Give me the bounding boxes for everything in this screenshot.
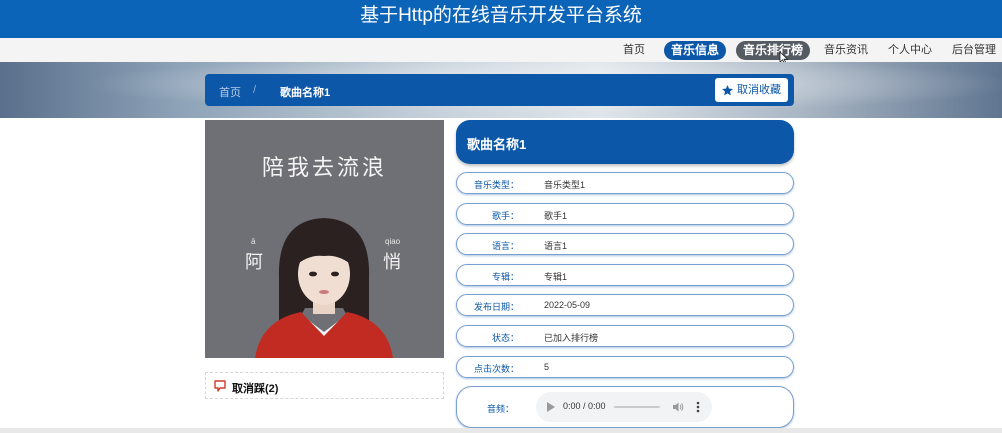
- field-value: 音乐类型1: [544, 180, 586, 190]
- field-status: 状态： 已加入排行榜: [456, 325, 794, 347]
- site-title: 基于Http的在线音乐开发平台系统: [0, 0, 1002, 38]
- audio-progress-track[interactable]: [614, 406, 660, 408]
- field-click-count: 点击次数： 5: [456, 356, 794, 378]
- unfavorite-label: 取消收藏: [737, 84, 781, 96]
- field-value: 已加入排行榜: [544, 333, 599, 343]
- field-label: 语言：: [491, 241, 519, 251]
- album-cover: 陪我去流浪 ā 阿 qiao 悄: [205, 120, 444, 358]
- breadcrumb-current: 歌曲名称1: [280, 87, 331, 99]
- nav-item-music-info[interactable]: 音乐信息: [664, 41, 727, 60]
- field-value: 语言1: [544, 241, 568, 251]
- breadcrumb-home-link[interactable]: 首页: [219, 84, 241, 100]
- breadcrumb: 首页 / 歌曲名称1 取消收藏: [205, 74, 794, 106]
- field-singer: 歌手： 歌手1: [456, 203, 794, 225]
- field-label: 发布日期：: [473, 302, 519, 312]
- field-label: 点击次数：: [473, 364, 519, 374]
- song-title: 歌曲名称1: [467, 137, 527, 152]
- field-value: 2022-05-09: [544, 300, 591, 310]
- more-options-icon[interactable]: [696, 401, 700, 413]
- nav-item-music-news[interactable]: 音乐资讯: [820, 41, 872, 60]
- breadcrumb-separator: /: [253, 84, 257, 96]
- field-value: 歌手1: [544, 211, 568, 221]
- field-album: 专辑： 专辑1: [456, 264, 794, 286]
- nav-item-home[interactable]: 首页: [616, 41, 652, 60]
- volume-icon[interactable]: [672, 401, 684, 413]
- star-icon: [722, 84, 733, 95]
- page-bottom-edge: [0, 428, 1002, 433]
- play-icon[interactable]: [547, 402, 555, 412]
- song-detail-header: 歌曲名称1: [456, 120, 794, 164]
- field-audio: 音频： 0:00 / 0:00: [456, 386, 794, 428]
- nav-item-music-ranking[interactable]: 音乐排行榜: [736, 41, 811, 60]
- field-value: 专辑1: [544, 272, 568, 282]
- unfavorite-button[interactable]: 取消收藏: [715, 78, 788, 102]
- nav-item-personal-center[interactable]: 个人中心: [884, 41, 936, 60]
- field-label: 状态：: [491, 333, 519, 343]
- field-music-type: 音乐类型： 音乐类型1: [456, 172, 794, 194]
- field-value: 5: [544, 362, 550, 372]
- field-label: 歌手：: [491, 211, 519, 221]
- field-release-date: 发布日期： 2022-05-09: [456, 294, 794, 316]
- main-nav: 首页 音乐信息 音乐排行榜 音乐资讯 个人中心 后台管理: [0, 38, 1002, 62]
- undo-dislike-button[interactable]: 取消踩(2): [205, 372, 444, 399]
- thumbs-down-icon: [214, 380, 226, 392]
- audio-player[interactable]: 0:00 / 0:00: [536, 392, 712, 422]
- nav-item-admin[interactable]: 后台管理: [948, 41, 1000, 60]
- app-root: 基于Http的在线音乐开发平台系统 首页 音乐信息 音乐排行榜 音乐资讯 个人中…: [0, 0, 1002, 433]
- cover-title-text: 陪我去流浪: [261, 155, 387, 180]
- field-label: 专辑：: [491, 272, 519, 282]
- field-label: 音频：: [487, 404, 515, 414]
- field-language: 语言： 语言1: [456, 233, 794, 255]
- cover-portrait-illustration: [255, 218, 393, 358]
- field-label: 音乐类型：: [473, 180, 519, 190]
- audio-time: 0:00 / 0:00: [563, 401, 606, 411]
- undo-dislike-label: 取消踩(2): [232, 383, 279, 395]
